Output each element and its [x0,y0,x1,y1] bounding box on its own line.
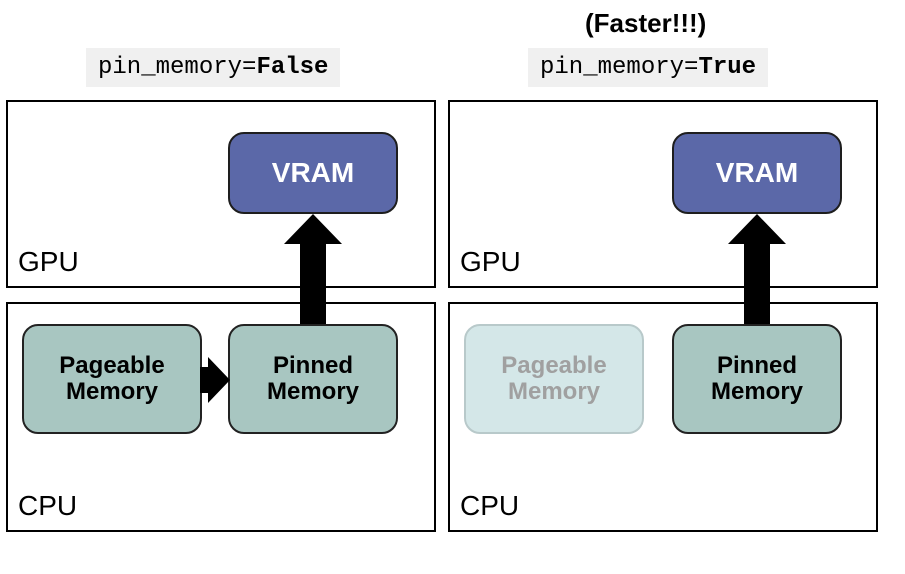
code-value-left: False [256,54,328,81]
pinned-memory-right: Pinned Memory [672,324,842,434]
code-param-right: pin_memory= [540,54,698,81]
arrow-pinned-to-vram-right-icon [744,242,770,324]
code-label-true: pin_memory=True [528,48,768,87]
code-label-false: pin_memory=False [86,48,340,87]
diagram-root: (Faster!!!) pin_memory=False pin_memory=… [0,0,905,574]
code-value-right: True [698,54,756,81]
pinned-memory-left: Pinned Memory [228,324,398,434]
arrow-pageable-to-pinned-icon [200,367,210,393]
code-param-left: pin_memory= [98,54,256,81]
vram-box-right: VRAM [672,132,842,214]
gpu-label-left: GPU [18,246,79,278]
cpu-label-right: CPU [460,490,519,522]
cpu-label-left: CPU [18,490,77,522]
faster-annotation: (Faster!!!) [585,8,706,39]
gpu-label-right: GPU [460,246,521,278]
pageable-memory-left: Pageable Memory [22,324,202,434]
pageable-memory-right-faded: Pageable Memory [464,324,644,434]
arrow-pinned-to-vram-left-icon [300,242,326,324]
vram-box-left: VRAM [228,132,398,214]
